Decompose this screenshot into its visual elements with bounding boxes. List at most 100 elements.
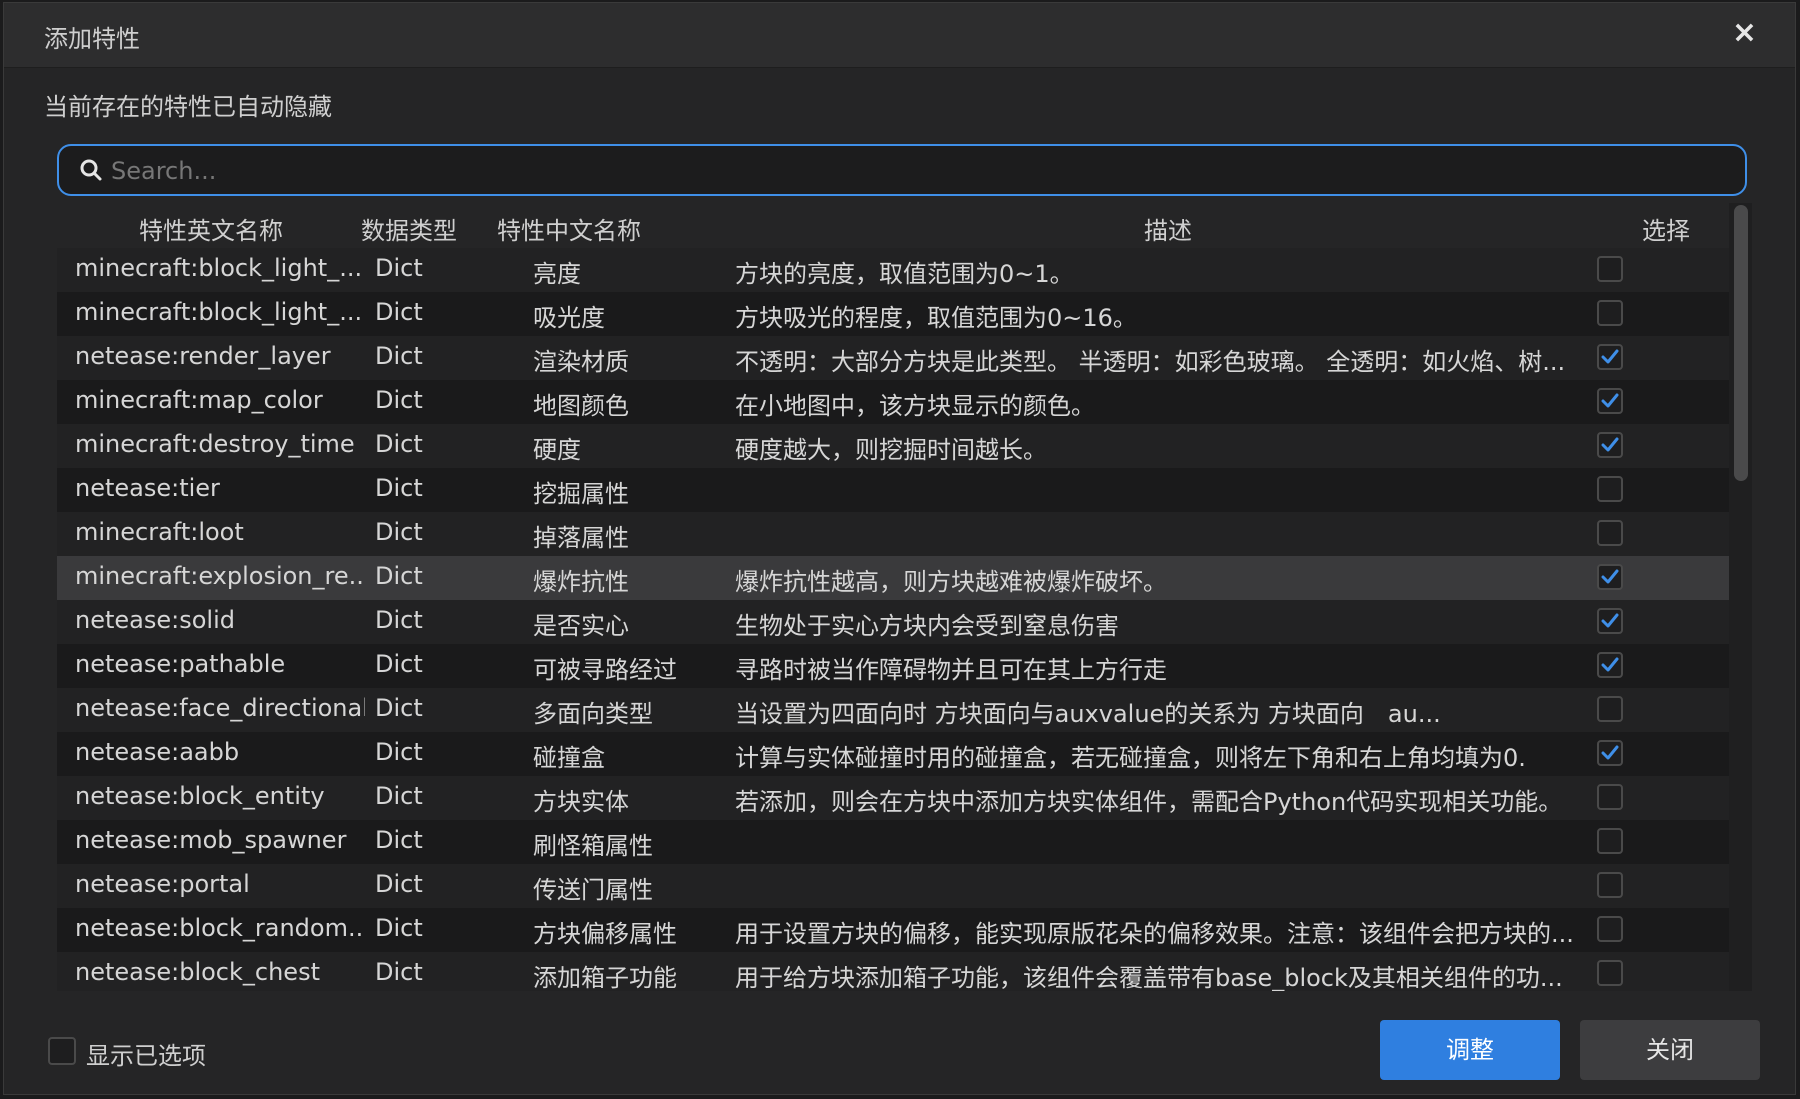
cell-description: 若添加，则会在方块中添加方块实体组件，需配合Python代码实现相关功能。 xyxy=(735,788,1563,816)
cell-data-type: Dict xyxy=(375,562,423,590)
check-icon xyxy=(1601,613,1619,628)
table-row[interactable]: netease:block_entity Dict 方块实体 若添加，则会在方块中添加… xyxy=(57,776,1729,820)
table-row[interactable]: minecraft:explosion_re... Dict 爆炸抗性 爆炸抗性越高，… xyxy=(57,556,1729,600)
cell-zh-name: 多面向类型 xyxy=(533,700,653,728)
check-icon xyxy=(1601,745,1619,760)
cell-data-type: Dict xyxy=(375,738,423,766)
cell-en-name: minecraft:loot xyxy=(75,518,244,546)
cell-en-name: netease:block_entity xyxy=(75,782,325,810)
header-data-type[interactable]: 数据类型 xyxy=(361,211,457,246)
cell-data-type: Dict xyxy=(375,826,423,854)
select-checkbox[interactable] xyxy=(1597,432,1623,458)
table-row[interactable]: netease:render_layer Dict 渲染材质 不透明：大部分方块是此类… xyxy=(57,336,1729,380)
cell-description: 寻路时被当作障碍物并且可在其上方行走 xyxy=(735,656,1167,684)
cell-en-name: minecraft:explosion_re... xyxy=(75,562,365,590)
search-input[interactable] xyxy=(109,152,1713,190)
cell-description: 方块吸光的程度，取值范围为0~16。 xyxy=(735,304,1137,332)
cell-zh-name: 传送门属性 xyxy=(533,876,653,904)
show-selected-label[interactable]: 显示已选项 xyxy=(86,1036,206,1071)
check-icon xyxy=(1601,569,1619,584)
select-checkbox[interactable] xyxy=(1597,256,1623,282)
cell-data-type: Dict xyxy=(375,430,423,458)
cell-description: 生物处于实心方块内会受到窒息伤害 xyxy=(735,612,1119,640)
cell-zh-name: 可被寻路经过 xyxy=(533,656,677,684)
cell-description: 用于设置方块的偏移，能实现原版花朵的偏移效果。注意：该组件会把方块的... xyxy=(735,920,1574,948)
select-checkbox[interactable] xyxy=(1597,872,1623,898)
cell-en-name: minecraft:destroy_time xyxy=(75,430,355,458)
check-icon xyxy=(1601,349,1619,364)
cell-zh-name: 是否实心 xyxy=(533,612,629,640)
header-description[interactable]: 描述 xyxy=(1144,211,1192,246)
check-icon xyxy=(1601,437,1619,452)
add-trait-dialog: 添加特性 × 当前存在的特性已自动隐藏 特性英文名称 数据类型 特性中文名称 描… xyxy=(3,2,1796,1095)
header-select[interactable]: 选择 xyxy=(1642,211,1690,246)
table-row[interactable]: netease:mob_spawner Dict 刷怪箱属性 xyxy=(57,820,1729,864)
select-checkbox[interactable] xyxy=(1597,740,1623,766)
select-checkbox[interactable] xyxy=(1597,344,1623,370)
cell-description: 计算与实体碰撞时用的碰撞盒，若无碰撞盒，则将左下角和右上角均填为0. xyxy=(735,744,1526,772)
adjust-button[interactable]: 调整 xyxy=(1380,1020,1560,1080)
select-checkbox[interactable] xyxy=(1597,784,1623,810)
cell-data-type: Dict xyxy=(375,298,423,326)
cell-zh-name: 硬度 xyxy=(533,436,581,464)
select-checkbox[interactable] xyxy=(1597,476,1623,502)
close-button[interactable]: 关闭 xyxy=(1580,1020,1760,1080)
check-icon xyxy=(1601,657,1619,672)
cell-en-name: minecraft:block_light_... xyxy=(75,298,363,326)
select-checkbox[interactable] xyxy=(1597,916,1623,942)
cell-en-name: netease:portal xyxy=(75,870,250,898)
cell-zh-name: 碰撞盒 xyxy=(533,744,605,772)
cell-en-name: netease:face_directional xyxy=(75,694,365,722)
select-checkbox[interactable] xyxy=(1597,388,1623,414)
select-checkbox[interactable] xyxy=(1597,652,1623,678)
cell-zh-name: 爆炸抗性 xyxy=(533,568,629,596)
dialog-titlebar: 添加特性 × xyxy=(4,3,1795,68)
table-row[interactable]: netease:face_directional Dict 多面向类型 当设置为四面向… xyxy=(57,688,1729,732)
select-checkbox[interactable] xyxy=(1597,564,1623,590)
header-zh-name[interactable]: 特性中文名称 xyxy=(497,211,641,246)
cell-data-type: Dict xyxy=(375,650,423,678)
select-checkbox[interactable] xyxy=(1597,520,1623,546)
select-checkbox[interactable] xyxy=(1597,300,1623,326)
cell-description: 在小地图中，该方块显示的颜色。 xyxy=(735,392,1095,420)
cell-en-name: netease:block_chest xyxy=(75,958,320,986)
search-box[interactable] xyxy=(57,144,1747,196)
cell-zh-name: 刷怪箱属性 xyxy=(533,832,653,860)
table-row[interactable]: netease:tier Dict 挖掘属性 xyxy=(57,468,1729,512)
cell-en-name: minecraft:block_light_... xyxy=(75,254,363,282)
cell-zh-name: 亮度 xyxy=(533,260,581,288)
table-row[interactable]: netease:aabb Dict 碰撞盒 计算与实体碰撞时用的碰撞盒，若无碰撞盒，则… xyxy=(57,732,1729,776)
table-row[interactable]: minecraft:loot Dict 掉落属性 xyxy=(57,512,1729,556)
select-checkbox[interactable] xyxy=(1597,828,1623,854)
cell-description: 当设置为四面向时 方块面向与auxvalue的关系为 方块面向 au... xyxy=(735,700,1441,728)
cell-data-type: Dict xyxy=(375,518,423,546)
hidden-traits-hint: 当前存在的特性已自动隐藏 xyxy=(44,93,332,121)
select-checkbox[interactable] xyxy=(1597,960,1623,986)
table-row[interactable]: netease:pathable Dict 可被寻路经过 寻路时被当作障碍物并且可在其… xyxy=(57,644,1729,688)
table-row[interactable]: minecraft:block_light_... Dict 亮度 方块的亮度，取值范… xyxy=(57,248,1729,292)
table-scrollbar[interactable] xyxy=(1730,203,1752,991)
cell-data-type: Dict xyxy=(375,958,423,986)
table-row[interactable]: minecraft:block_light_... Dict 吸光度 方块吸光的程度，… xyxy=(57,292,1729,336)
cell-zh-name: 挖掘属性 xyxy=(533,480,629,508)
header-en-name[interactable]: 特性英文名称 xyxy=(139,211,283,246)
scrollbar-thumb[interactable] xyxy=(1734,205,1748,481)
cell-data-type: Dict xyxy=(375,914,423,942)
table-row[interactable]: netease:portal Dict 传送门属性 xyxy=(57,864,1729,908)
check-icon xyxy=(1601,393,1619,408)
cell-description: 不透明：大部分方块是此类型。 半透明：如彩色玻璃。 全透明：如火焰、树... xyxy=(735,348,1566,376)
cell-description: 硬度越大，则挖掘时间越长。 xyxy=(735,436,1047,464)
cell-zh-name: 地图颜色 xyxy=(533,392,629,420)
select-checkbox[interactable] xyxy=(1597,696,1623,722)
cell-en-name: netease:block_random... xyxy=(75,914,365,942)
close-icon[interactable]: × xyxy=(1732,15,1757,50)
table-row[interactable]: minecraft:map_color Dict 地图颜色 在小地图中，该方块显示的颜… xyxy=(57,380,1729,424)
show-selected-checkbox[interactable] xyxy=(48,1037,76,1065)
table-row[interactable]: netease:block_chest Dict 添加箱子功能 用于给方块添加箱子功能… xyxy=(57,952,1729,991)
table-row[interactable]: netease:block_random... Dict 方块偏移属性 用于设置方块的… xyxy=(57,908,1729,952)
table-row[interactable]: netease:solid Dict 是否实心 生物处于实心方块内会受到窒息伤害 xyxy=(57,600,1729,644)
select-checkbox[interactable] xyxy=(1597,608,1623,634)
table-row[interactable]: minecraft:destroy_time Dict 硬度 硬度越大，则挖掘时间越长… xyxy=(57,424,1729,468)
cell-data-type: Dict xyxy=(375,606,423,634)
cell-en-name: minecraft:map_color xyxy=(75,386,323,414)
